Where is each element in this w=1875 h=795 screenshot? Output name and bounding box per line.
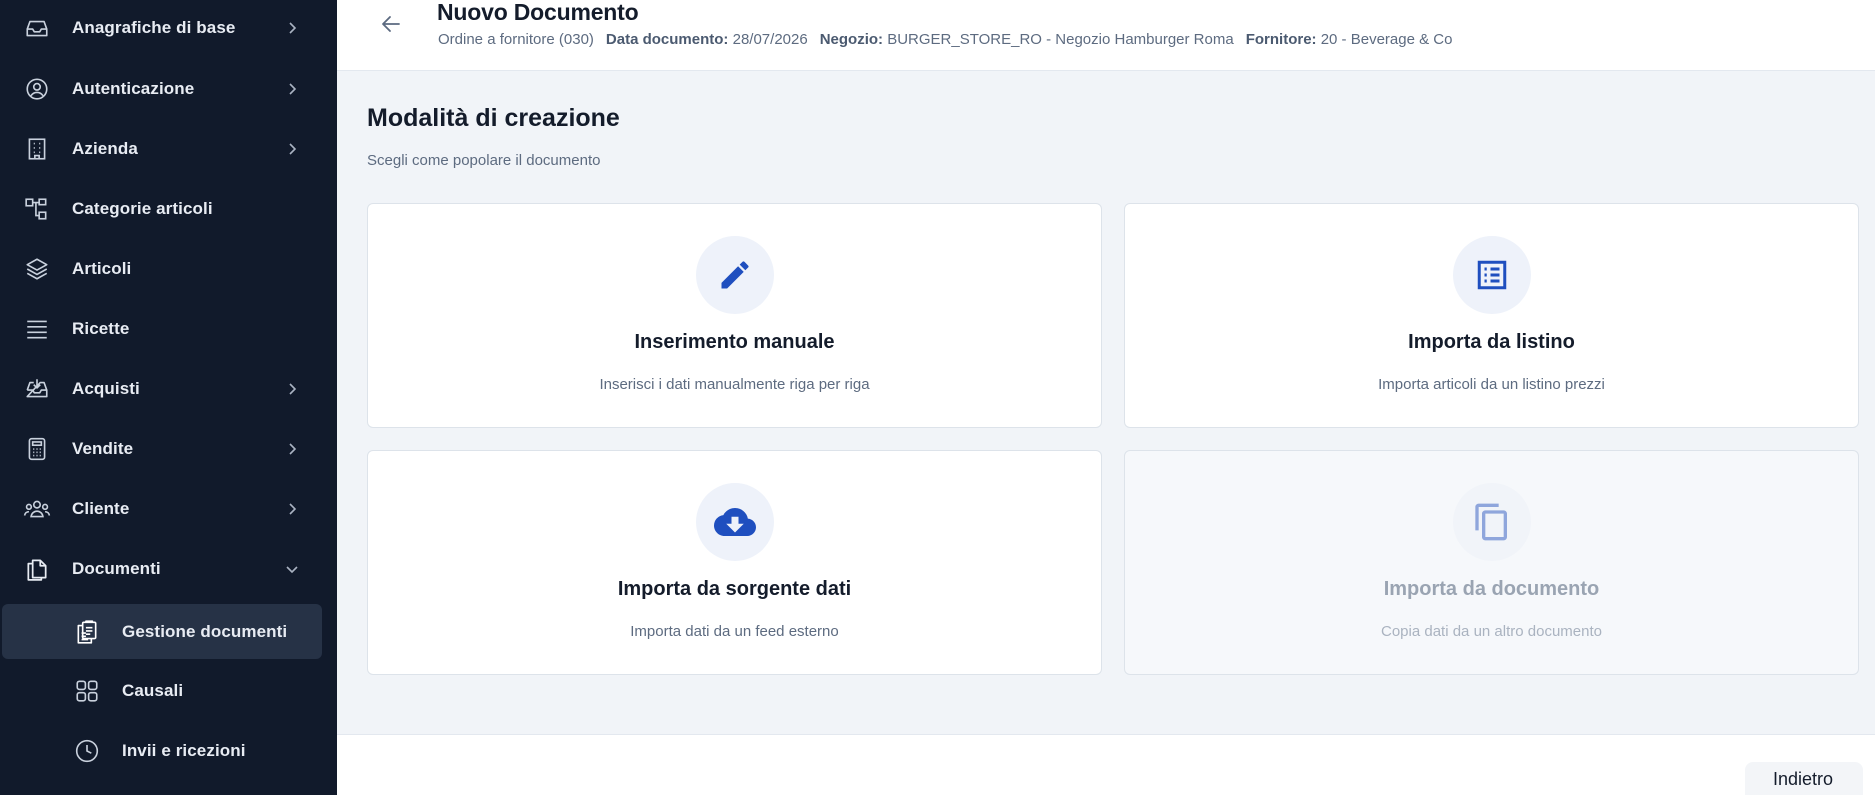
sidebar-item-label: Azienda (72, 139, 138, 158)
list-document-icon (1452, 236, 1531, 314)
chevron-right-icon (282, 499, 302, 519)
sidebar-item-azienda[interactable]: Azienda (0, 121, 337, 177)
sidebar-item-label: Causali (122, 681, 184, 700)
clipboard-docs-icon (72, 617, 102, 647)
hierarchy-icon (22, 194, 52, 224)
user-circle-icon (22, 74, 52, 104)
card-importa-da-listino[interactable]: Importa da listino Importa articoli da u… (1124, 203, 1859, 428)
sidebar-item-autenticazione[interactable]: Autenticazione (0, 61, 337, 117)
sidebar-item-label: Cliente (72, 499, 130, 518)
card-inserimento-manuale[interactable]: Inserimento manuale Inserisci i dati man… (367, 203, 1102, 428)
sidebar-subitem-gestione-documenti[interactable]: Gestione documenti (2, 604, 322, 659)
sidebar-item-vendite[interactable]: Vendite (0, 421, 337, 477)
card-description: Inserisci i dati manualmente riga per ri… (599, 376, 870, 393)
chevron-right-icon (282, 18, 302, 38)
sidebar-item-label: Categorie articoli (72, 199, 213, 218)
sidebar-item-anagrafiche-di-base[interactable]: Anagrafiche di base (0, 0, 337, 56)
card-description: Copia dati da un altro documento (1381, 623, 1602, 640)
inbox-download-icon (22, 374, 52, 404)
section-subtitle: Scegli come popolare il documento (367, 152, 601, 169)
page-title: Nuovo Documento (437, 0, 639, 25)
clock-icon (72, 736, 102, 766)
arrow-left-icon (379, 12, 403, 36)
building-icon (22, 134, 52, 164)
documents-icon (22, 554, 52, 584)
page-header: Nuovo Documento Ordine a fornitore (030)… (337, 0, 1875, 71)
sidebar-item-cliente[interactable]: Cliente (0, 481, 337, 537)
card-title: Importa da listino (1408, 331, 1575, 353)
list-lines-icon (22, 314, 52, 344)
chevron-right-icon (282, 379, 302, 399)
section-title: Modalità di creazione (367, 104, 620, 132)
document-date-value: 28/07/2026 (732, 31, 808, 48)
document-type: Ordine a fornitore (030) (438, 31, 594, 48)
sidebar-item-categorie-articoli[interactable]: Categorie articoli (0, 181, 337, 237)
chevron-right-icon (282, 439, 302, 459)
cloud-download-icon (695, 483, 774, 561)
chevron-down-icon (282, 559, 302, 579)
sidebar-subitem-causali[interactable]: Causali (0, 663, 337, 719)
card-title: Inserimento manuale (634, 331, 835, 353)
sidebar-item-label: Gestione documenti (122, 621, 288, 641)
card-title: Importa da sorgente dati (617, 578, 852, 600)
sidebar-item-label: Autenticazione (72, 79, 195, 98)
supplier-key: Fornitore: (1245, 31, 1317, 48)
sidebar: Anagrafiche di base Autenticazione Azien… (0, 0, 337, 795)
sidebar-item-label: Acquisti (72, 379, 140, 398)
sidebar-item-acquisti[interactable]: Acquisti (0, 361, 337, 417)
document-meta: Ordine a fornitore (030) Data documento: … (438, 31, 1452, 48)
layers-icon (22, 254, 52, 284)
sidebar-item-label: Anagrafiche di base (72, 18, 236, 37)
card-importa-da-documento: Importa da documento Copia dati da un al… (1124, 450, 1859, 675)
copy-icon (1452, 483, 1531, 561)
sidebar-item-articoli[interactable]: Articoli (0, 241, 337, 297)
card-description: Importa articoli da un listino prezzi (1378, 376, 1605, 393)
sidebar-item-documenti[interactable]: Documenti (0, 541, 337, 597)
sidebar-subitem-invii-e-ricezioni[interactable]: Invii e ricezioni (0, 723, 337, 779)
pencil-icon (695, 236, 774, 314)
sidebar-item-label: Ricette (72, 319, 130, 338)
sidebar-item-label: Invii e ricezioni (122, 741, 246, 760)
chevron-right-icon (282, 79, 302, 99)
sidebar-item-label: Articoli (72, 259, 132, 278)
document-date-key: Data documento: (605, 31, 729, 48)
back-button[interactable]: Indietro (1745, 762, 1864, 795)
store-key: Negozio: (819, 31, 884, 48)
supplier-value: 20 - Beverage & Co (1320, 31, 1453, 48)
sidebar-item-ricette[interactable]: Ricette (0, 301, 337, 357)
page-footer: Indietro (337, 734, 1875, 795)
grid-icon (72, 676, 102, 706)
card-description: Importa dati da un feed esterno (630, 623, 839, 640)
card-title: Importa da documento (1383, 578, 1600, 600)
chevron-right-icon (282, 139, 302, 159)
back-arrow-button[interactable] (377, 10, 405, 38)
sidebar-item-label: Vendite (72, 439, 134, 458)
sidebar-item-label: Documenti (72, 559, 161, 578)
inbox-tray-icon (22, 13, 52, 43)
users-group-icon (22, 494, 52, 524)
store-value: BURGER_STORE_RO - Negozio Hamburger Roma (887, 31, 1234, 48)
card-importa-da-sorgente-dati[interactable]: Importa da sorgente dati Importa dati da… (367, 450, 1102, 675)
calculator-icon (22, 434, 52, 464)
